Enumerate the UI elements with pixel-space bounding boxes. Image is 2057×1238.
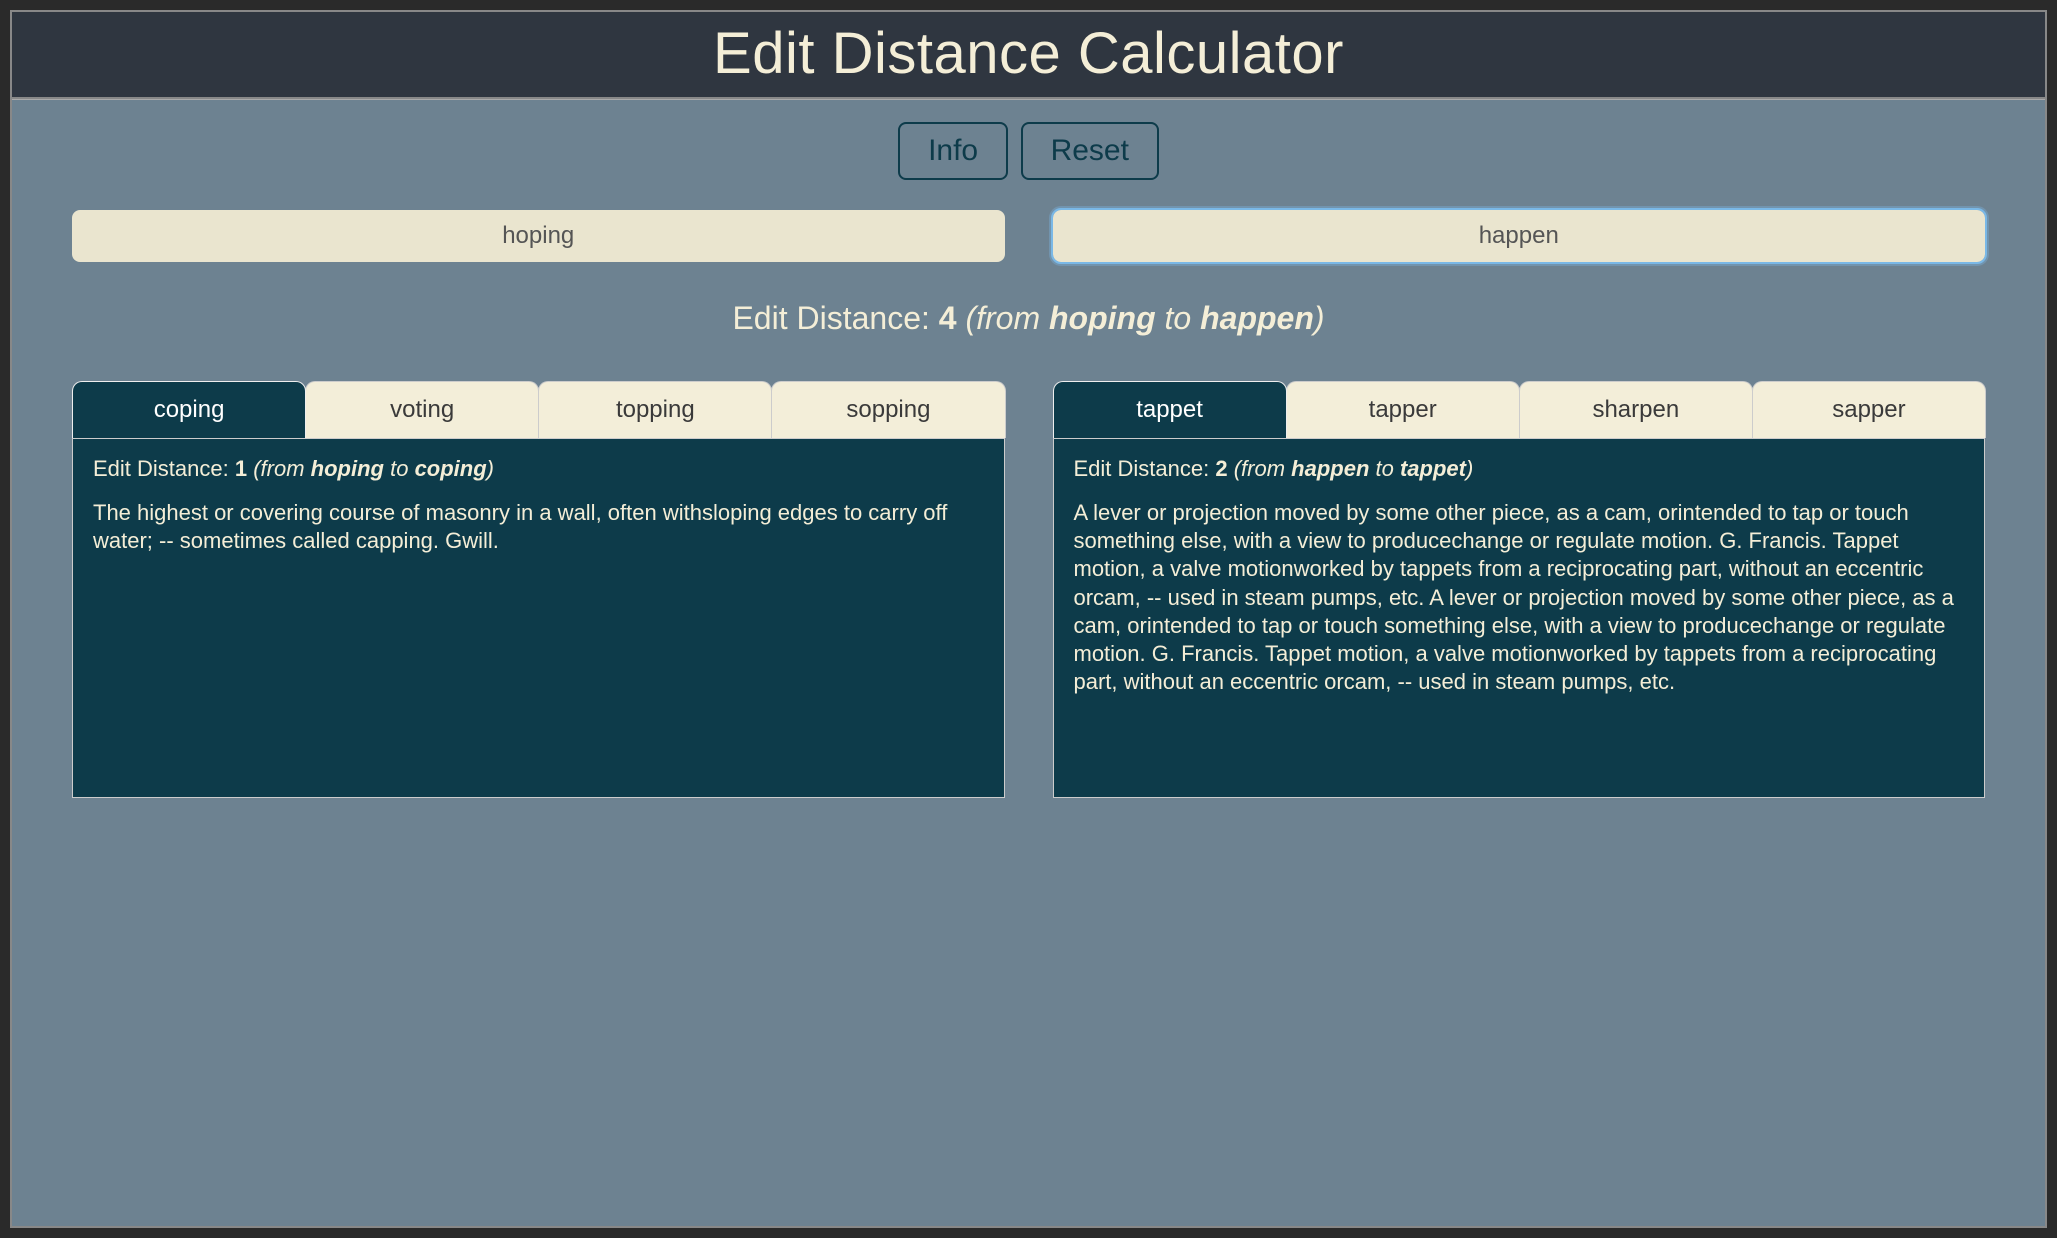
right-tab-2[interactable]: sharpen [1519, 381, 1753, 438]
right-ed-line: Edit Distance: 2 (from happen to tappet) [1074, 455, 1965, 483]
left-ed-to: to [384, 456, 415, 481]
right-panel: tappet tapper sharpen sapper Edit Distan… [1053, 381, 1986, 798]
right-tab-3[interactable]: sapper [1752, 381, 1986, 438]
left-ed-close: ) [487, 456, 494, 481]
result-close-paren: ) [1314, 300, 1325, 336]
right-ed-word1: happen [1291, 456, 1369, 481]
app-header: Edit Distance Calculator [12, 12, 2045, 99]
left-panel-body[interactable]: Edit Distance: 1 (from hoping to coping)… [72, 438, 1005, 798]
result-open-paren: ( [957, 300, 977, 336]
left-ed-word2: coping [415, 456, 487, 481]
left-word-input[interactable] [72, 210, 1005, 262]
right-ed-to: to [1369, 456, 1400, 481]
left-tabs: coping voting topping sopping [72, 381, 1005, 438]
result-word1: hoping [1049, 300, 1156, 336]
inputs-row [72, 210, 1985, 262]
left-tab-0[interactable]: coping [72, 381, 306, 438]
panels-row: coping voting topping sopping Edit Dista… [72, 381, 1985, 798]
left-ed-line: Edit Distance: 1 (from hoping to coping) [93, 455, 984, 483]
result-from: from [976, 300, 1049, 336]
result-to: to [1156, 300, 1200, 336]
right-ed-open: ( [1228, 456, 1241, 481]
result-value: 4 [939, 300, 957, 336]
right-tabs: tappet tapper sharpen sapper [1053, 381, 1986, 438]
left-ed-from: from [261, 456, 311, 481]
left-tab-1[interactable]: voting [305, 381, 539, 438]
right-word-input[interactable] [1053, 210, 1986, 262]
app-frame: Edit Distance Calculator Info Reset Edit… [10, 10, 2047, 1228]
result-word2: happen [1200, 300, 1314, 336]
left-ed-label: Edit Distance: [93, 456, 235, 481]
result-label: Edit Distance: [732, 300, 938, 336]
top-buttons: Info Reset [72, 122, 1985, 180]
right-panel-body[interactable]: Edit Distance: 2 (from happen to tappet)… [1053, 438, 1986, 798]
right-ed-label: Edit Distance: [1074, 456, 1216, 481]
right-ed-word2: tappet [1400, 456, 1466, 481]
left-definition: The highest or covering course of masonr… [93, 499, 984, 555]
right-ed-from: from [1241, 456, 1291, 481]
left-ed-open: ( [247, 456, 260, 481]
right-tab-1[interactable]: tapper [1286, 381, 1520, 438]
right-definition: A lever or projection moved by some othe… [1074, 499, 1965, 696]
right-ed-close: ) [1466, 456, 1473, 481]
left-tab-3[interactable]: sopping [771, 381, 1005, 438]
edit-distance-result: Edit Distance: 4 (from hoping to happen) [72, 300, 1985, 337]
left-ed-word1: hoping [311, 456, 384, 481]
left-tab-2[interactable]: topping [538, 381, 772, 438]
info-button[interactable]: Info [898, 122, 1008, 180]
left-panel: coping voting topping sopping Edit Dista… [72, 381, 1005, 798]
page-title: Edit Distance Calculator [12, 20, 2045, 87]
left-ed-value: 1 [235, 456, 247, 481]
app-body: Info Reset Edit Distance: 4 (from hoping… [12, 99, 2045, 1226]
right-tab-0[interactable]: tappet [1053, 381, 1287, 438]
reset-button[interactable]: Reset [1021, 122, 1159, 180]
right-ed-value: 2 [1215, 456, 1227, 481]
